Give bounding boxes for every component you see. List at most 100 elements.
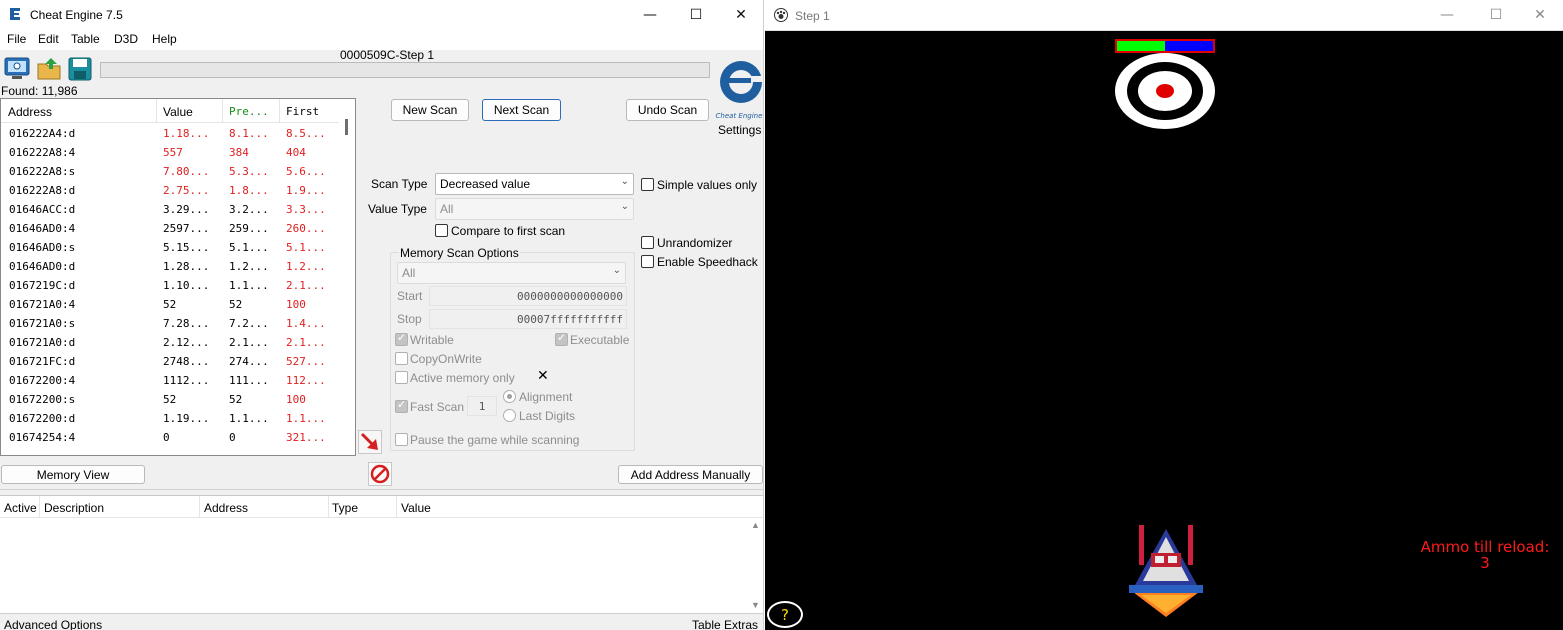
table-row[interactable]: 01646AD0:d 1.28... 1.2... 1.2... (1, 257, 341, 276)
result-value: 3.29... (163, 203, 210, 216)
writable-label[interactable]: Writable (410, 333, 454, 347)
advanced-options-link[interactable]: Advanced Options (4, 618, 102, 630)
table-row[interactable]: 016721A0:d 2.12... 2.1... 2.1... (1, 333, 341, 352)
cheat-engine-logo-icon[interactable]: Cheat Engine (714, 50, 764, 122)
next-scan-button[interactable]: Next Scan (482, 99, 561, 121)
column-type[interactable]: Type (332, 501, 358, 515)
column-previous[interactable]: Pre... (229, 105, 269, 118)
last-digits-label[interactable]: Last Digits (519, 409, 575, 423)
scan-type-select[interactable]: Decreased value ⌄ (435, 173, 634, 195)
help-button[interactable]: ? (767, 601, 803, 628)
game-titlebar[interactable]: Step 1 — ☐ ✕ (765, 0, 1563, 31)
speedhack-label[interactable]: Enable Speedhack (657, 255, 758, 269)
table-row[interactable]: 01646ACC:d 3.29... 3.2... 3.3... (1, 200, 341, 219)
pause-game-label[interactable]: Pause the game while scanning (410, 433, 579, 447)
undo-scan-button[interactable]: Undo Scan (626, 99, 709, 121)
table-row[interactable]: 0167219C:d 1.10... 1.1... 2.1... (1, 276, 341, 295)
game-canvas[interactable]: Ammo till reload: 3 ? (765, 31, 1563, 630)
table-row[interactable]: 016222A4:d 1.18... 8.1... 8.5... (1, 124, 341, 143)
open-process-icon[interactable] (3, 55, 31, 83)
minimize-button[interactable]: — (627, 0, 673, 30)
unrandomizer-checkbox[interactable] (641, 236, 654, 249)
scroll-up-icon[interactable]: ▲ (751, 520, 760, 530)
column-active[interactable]: Active (4, 501, 37, 515)
speedhack-checkbox[interactable] (641, 255, 654, 268)
game-maximize-button[interactable]: ☐ (1473, 0, 1519, 30)
table-extras-link[interactable]: Table Extras (692, 618, 758, 630)
add-address-manually-button[interactable]: Add Address Manually (618, 465, 763, 484)
new-scan-button[interactable]: New Scan (391, 99, 469, 121)
menu-file[interactable]: File (7, 32, 26, 46)
active-memory-checkbox[interactable] (395, 371, 408, 384)
cheat-engine-window: Cheat Engine 7.5 — ☐ ✕ File Edit Table D… (0, 0, 764, 630)
table-row[interactable]: 016721A0:s 7.28... 7.2... 1.4... (1, 314, 341, 333)
add-to-list-arrow-icon[interactable] (358, 430, 382, 454)
table-row[interactable]: 016222A8:d 2.75... 1.8... 1.9... (1, 181, 341, 200)
fast-scan-value-field[interactable]: 1 (467, 396, 497, 416)
settings-link[interactable]: Settings (718, 123, 761, 137)
column-first[interactable]: First (286, 105, 319, 118)
memory-region-select[interactable]: All ⌄ (397, 262, 626, 284)
compare-first-label[interactable]: Compare to first scan (451, 224, 565, 238)
alignment-radio[interactable] (503, 390, 516, 403)
last-digits-radio[interactable] (503, 409, 516, 422)
table-row[interactable]: 01672200:s 52 52 100 (1, 390, 341, 409)
table-row[interactable]: 01646AD0:s 5.15... 5.1... 5.1... (1, 238, 341, 257)
results-scrollbar[interactable] (339, 99, 355, 455)
address-table-scrollbar[interactable]: ▲ ▼ (748, 518, 762, 614)
start-address-field[interactable]: 0000000000000000 (429, 286, 627, 306)
table-row[interactable]: 016222A8:4 557 384 404 (1, 143, 341, 162)
stop-icon[interactable] (368, 462, 392, 486)
stop-address-field[interactable]: 00007fffffffffff (429, 309, 627, 329)
table-row[interactable]: 01646AD0:4 2597... 259... 260... (1, 219, 341, 238)
fast-scan-label[interactable]: Fast Scan (410, 400, 464, 414)
value-type-select[interactable]: All ⌄ (435, 198, 634, 220)
address-table-header: Active Description Address Type Value (0, 496, 763, 518)
active-memory-label[interactable]: Active memory only (410, 371, 515, 385)
menu-d3d[interactable]: D3D (114, 32, 138, 46)
menu-help[interactable]: Help (152, 32, 177, 46)
maximize-button[interactable]: ☐ (673, 0, 719, 30)
game-minimize-button[interactable]: — (1424, 0, 1470, 30)
scan-results-list[interactable]: Address Value Pre... First 016222A4:d 1.1… (0, 98, 356, 456)
scroll-down-icon[interactable]: ▼ (751, 600, 760, 610)
table-row[interactable]: 01672200:4 1112... 111... 112... (1, 371, 341, 390)
writable-checkbox[interactable] (395, 331, 408, 346)
save-icon[interactable] (66, 55, 94, 83)
table-row[interactable]: 01674254:4 0 0 321... (1, 428, 341, 447)
pause-game-checkbox[interactable] (395, 433, 408, 446)
result-value: 52 (163, 393, 177, 406)
compare-first-checkbox[interactable] (435, 224, 448, 237)
column-table-address[interactable]: Address (204, 501, 248, 515)
memory-view-button[interactable]: Memory View (1, 465, 145, 484)
menu-edit[interactable]: Edit (38, 32, 59, 46)
menu-table[interactable]: Table (71, 32, 100, 46)
close-button[interactable]: ✕ (718, 0, 763, 30)
table-row[interactable]: 01672200:d 1.19... 1.1... 1.1... (1, 409, 341, 428)
target-icon (1115, 53, 1215, 129)
table-row[interactable]: 016222A8:s 7.80... 5.3... 5.6... (1, 162, 341, 181)
close-icon[interactable]: ✕ (537, 368, 549, 384)
executable-label[interactable]: Executable (570, 333, 629, 347)
fast-scan-checkbox[interactable] (395, 398, 408, 413)
column-value[interactable]: Value (163, 105, 193, 119)
chevron-down-icon: ⌄ (620, 176, 629, 187)
address-table[interactable]: Active Description Address Type Value ▲ … (0, 495, 763, 614)
simple-values-label[interactable]: Simple values only (657, 178, 757, 192)
copyonwrite-label[interactable]: CopyOnWrite (410, 352, 482, 366)
ce-titlebar[interactable]: Cheat Engine 7.5 — ☐ ✕ (0, 0, 763, 30)
ammo-count: 3 (1480, 554, 1490, 572)
column-address[interactable]: Address (8, 105, 52, 119)
table-row[interactable]: 016721FC:d 2748... 274... 527... (1, 352, 341, 371)
executable-checkbox[interactable] (555, 331, 568, 346)
unrandomizer-label[interactable]: Unrandomizer (657, 236, 732, 250)
column-table-value[interactable]: Value (401, 501, 431, 515)
game-close-button[interactable]: ✕ (1517, 0, 1563, 30)
copyonwrite-checkbox[interactable] (395, 352, 408, 365)
table-row[interactable]: 016721A0:4 52 52 100 (1, 295, 341, 314)
result-value: 2597... (163, 222, 210, 235)
alignment-label[interactable]: Alignment (519, 390, 572, 404)
open-file-icon[interactable] (36, 55, 64, 83)
simple-values-checkbox[interactable] (641, 178, 654, 191)
column-description[interactable]: Description (44, 501, 104, 515)
